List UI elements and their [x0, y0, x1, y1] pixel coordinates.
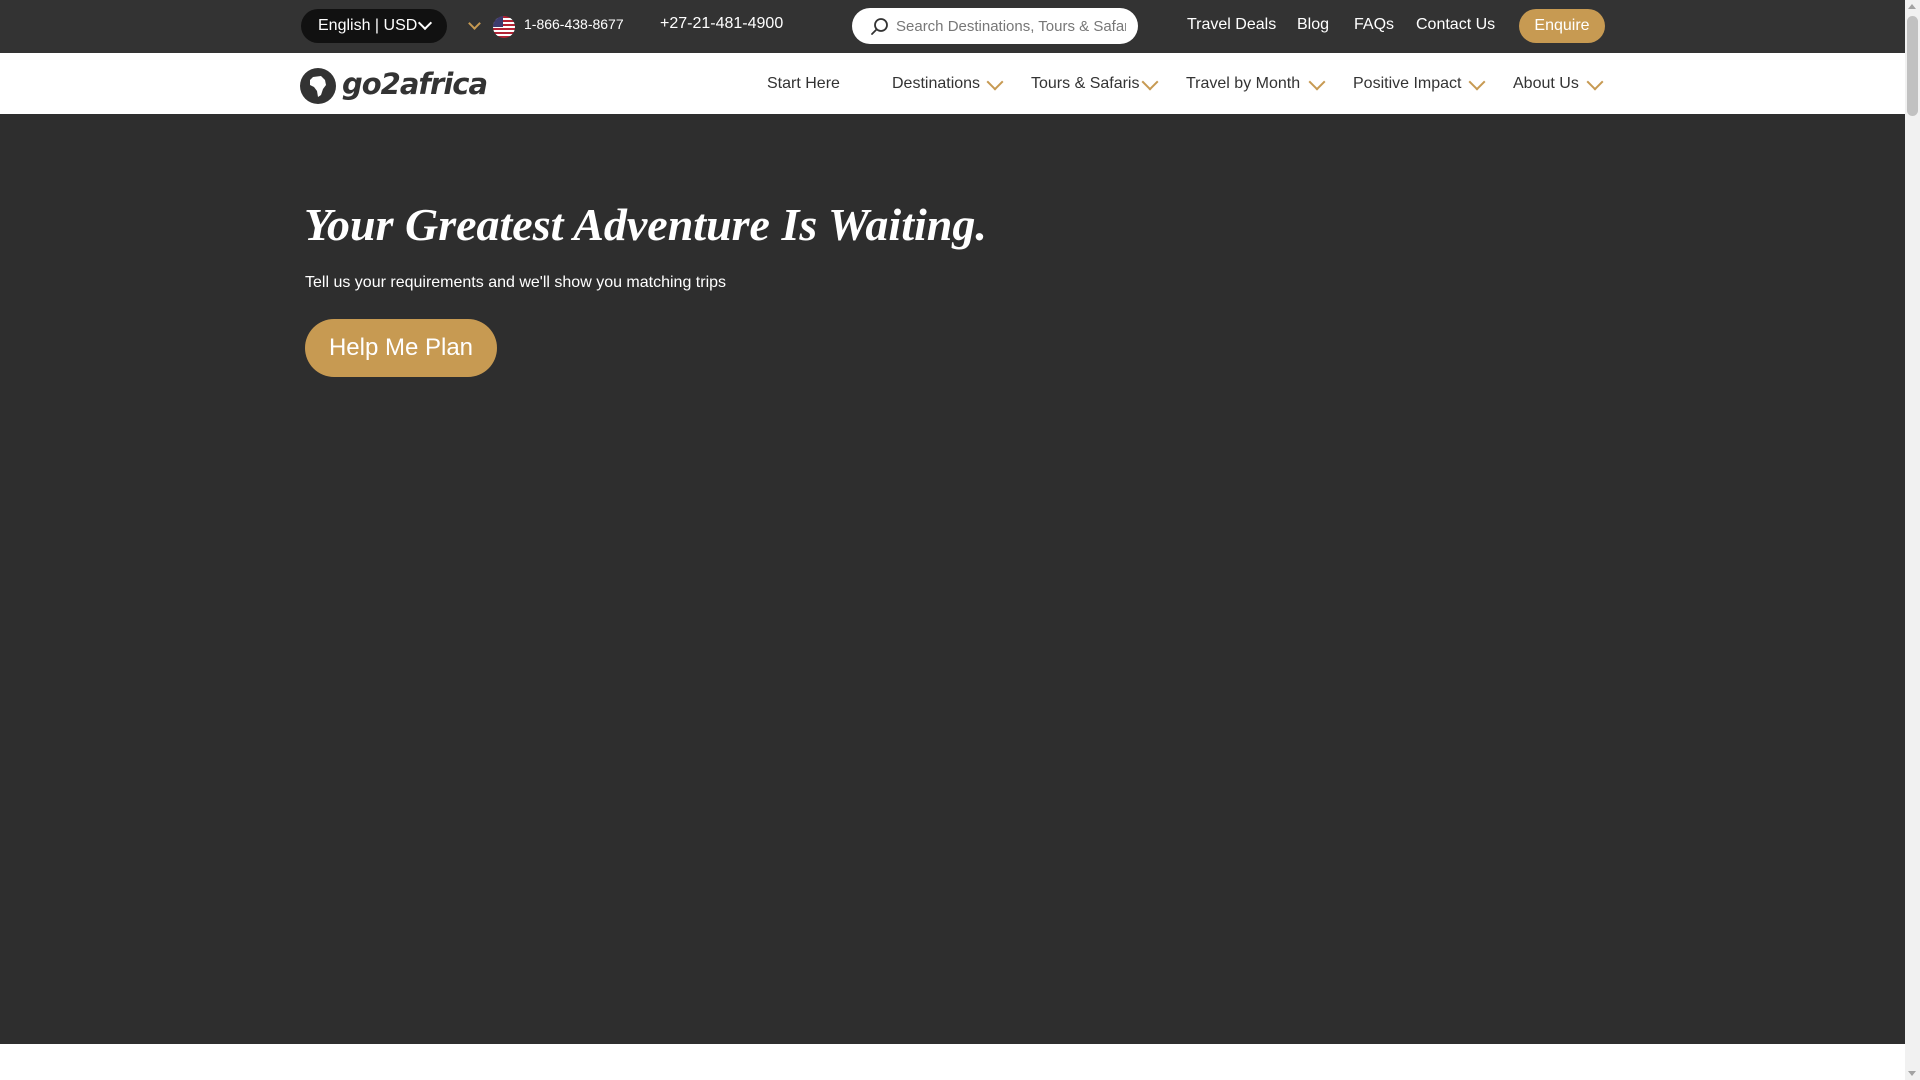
- chevron-down-icon[interactable]: [1308, 73, 1326, 91]
- search-box[interactable]: [852, 8, 1138, 44]
- phone-country-chevron-icon[interactable]: [468, 17, 481, 30]
- help-me-plan-button[interactable]: Help Me Plan: [305, 319, 497, 377]
- logo-text: go2africa: [342, 67, 488, 101]
- chevron-down-icon[interactable]: [1586, 73, 1604, 91]
- scrollbar-thumb[interactable]: [1907, 16, 1918, 116]
- enquire-button[interactable]: Enquire: [1519, 9, 1605, 43]
- us-flag-icon[interactable]: [493, 16, 515, 38]
- search-input[interactable]: [896, 8, 1126, 44]
- contact-us-link[interactable]: Contact Us: [1416, 16, 1495, 34]
- faqs-link[interactable]: FAQs: [1354, 16, 1394, 34]
- chevron-down-icon[interactable]: [986, 73, 1004, 91]
- phone-intl-link[interactable]: +27-21-481-4900: [660, 15, 783, 33]
- blog-link[interactable]: Blog: [1297, 16, 1329, 34]
- chevron-down-icon[interactable]: [1141, 73, 1159, 91]
- phone-us-link[interactable]: 1-866-438-8677: [524, 16, 624, 32]
- page-scrollbar[interactable]: [1905, 0, 1920, 1080]
- nav-destinations[interactable]: Destinations: [892, 75, 980, 93]
- hero-title: Your Greatest Adventure Is Waiting.: [304, 199, 987, 250]
- scroll-up-arrow-icon[interactable]: [1908, 4, 1916, 9]
- nav-about-us[interactable]: About Us: [1513, 75, 1579, 93]
- hero-subtitle: Tell us your requirements and we'll show…: [305, 274, 727, 291]
- top-utility-bar: English | USD 1-866-438-8677 +27-21-481-…: [0, 0, 1905, 53]
- hero-section: Your Greatest Adventure Is Waiting. Tell…: [0, 114, 1905, 1044]
- africa-logo-icon: [300, 68, 336, 104]
- main-navigation: go2africa Start Here Destinations Tours …: [0, 53, 1905, 114]
- nav-tours-safaris[interactable]: Tours & Safaris: [1031, 75, 1139, 93]
- nav-travel-by-month[interactable]: Travel by Month: [1186, 75, 1300, 93]
- chevron-down-icon[interactable]: [1468, 73, 1486, 91]
- travel-deals-link[interactable]: Travel Deals: [1187, 16, 1276, 34]
- scroll-down-arrow-icon[interactable]: [1908, 1071, 1916, 1076]
- language-currency-label: English | USD: [318, 17, 418, 34]
- language-currency-selector[interactable]: English | USD: [301, 9, 447, 43]
- chevron-down-icon: [417, 15, 433, 31]
- search-icon: [871, 18, 888, 35]
- nav-start-here[interactable]: Start Here: [767, 75, 840, 93]
- nav-positive-impact[interactable]: Positive Impact: [1353, 75, 1461, 93]
